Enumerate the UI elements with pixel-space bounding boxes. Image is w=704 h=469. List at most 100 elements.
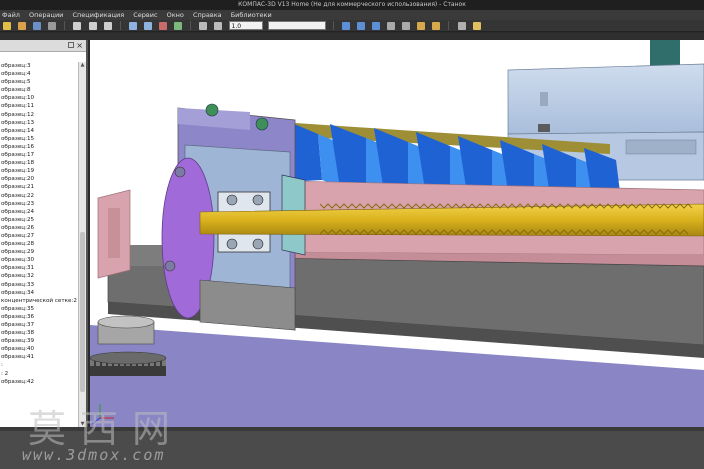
- tree-item[interactable]: образец:31: [0, 264, 80, 272]
- tree-item[interactable]: образец:3: [0, 62, 80, 70]
- table-clamp: [538, 124, 550, 132]
- tree-item[interactable]: образец:26: [0, 224, 80, 232]
- pin-icon[interactable]: [68, 42, 74, 48]
- menu-bar: Файл Операции Спецификация Сервис Окно С…: [0, 10, 704, 20]
- table-slot: [540, 92, 548, 106]
- model-tree-panel: × образец:3 образец:4 образец:5 образец:…: [0, 40, 88, 427]
- wireframe-icon[interactable]: [387, 22, 396, 30]
- undo-icon[interactable]: [128, 22, 137, 30]
- menu-libraries[interactable]: Библиотеки: [231, 10, 272, 20]
- shaded-icon[interactable]: [417, 22, 426, 30]
- menu-window[interactable]: Окно: [167, 10, 184, 20]
- properties-icon[interactable]: [159, 22, 168, 30]
- open-folder-icon[interactable]: [18, 22, 27, 30]
- view-select[interactable]: [267, 21, 326, 30]
- menu-help[interactable]: Справка: [193, 10, 222, 20]
- hidden-lines-icon[interactable]: [402, 22, 411, 30]
- tree-item[interactable]: образец:20: [0, 175, 80, 183]
- paste-icon[interactable]: [103, 22, 112, 30]
- column-part: [650, 40, 680, 68]
- panel-header: ×: [0, 40, 86, 52]
- tree-item[interactable]: образец:32: [0, 272, 80, 280]
- tree-item[interactable]: образец:5: [0, 78, 80, 86]
- tree-item[interactable]: образец:4: [0, 70, 80, 78]
- perspective-icon[interactable]: [457, 22, 466, 30]
- model-render: [90, 40, 704, 427]
- toolbar-separator: [190, 21, 192, 30]
- shaded-edges-icon[interactable]: [432, 22, 441, 30]
- tree-item[interactable]: образец:38: [0, 329, 80, 337]
- tree-scrollbar[interactable]: ▲ ▼: [78, 62, 86, 427]
- copy-icon[interactable]: [88, 22, 97, 30]
- tree-item[interactable]: образец:17: [0, 151, 80, 159]
- tree-item[interactable]: концентрической сетке:2: [0, 297, 80, 305]
- tree-item[interactable]: образец:28: [0, 240, 80, 248]
- tree-item[interactable]: : 2: [0, 370, 80, 378]
- tree-item[interactable]: образец:35: [0, 305, 80, 313]
- tree-item[interactable]: образец:19: [0, 167, 80, 175]
- tree-item[interactable]: образец:11: [0, 102, 80, 110]
- 3d-viewport[interactable]: [90, 40, 704, 427]
- scale-field[interactable]: 1.0: [228, 21, 263, 30]
- watermark-url: www.3dmox.com: [22, 446, 166, 464]
- window-title: КОМПАС-3D V13 Home (Не для коммерческого…: [238, 1, 466, 8]
- tree-item[interactable]: образец:16: [0, 143, 80, 151]
- end-block-face: [108, 208, 120, 258]
- orientation-icon[interactable]: [371, 22, 380, 30]
- cut-icon[interactable]: [73, 22, 82, 30]
- worktable-top: [507, 63, 704, 135]
- scroll-up-icon[interactable]: ▲: [80, 62, 85, 68]
- menu-specification[interactable]: Спецификация: [72, 10, 124, 20]
- redo-icon[interactable]: [143, 22, 152, 30]
- tree-item[interactable]: образец:22: [0, 192, 80, 200]
- menu-service[interactable]: Сервис: [133, 10, 157, 20]
- kompas-window: КОМПАС-3D V13 Home (Не для коммерческого…: [0, 0, 704, 469]
- new-document-icon[interactable]: [3, 22, 11, 30]
- tree-item[interactable]: образец:42: [0, 378, 80, 386]
- tree-item[interactable]: образец:18: [0, 159, 80, 167]
- tree-item[interactable]: образец:27: [0, 232, 80, 240]
- tree-item[interactable]: образец:8: [0, 86, 80, 94]
- toolbar-separator: [448, 21, 450, 30]
- tree-item[interactable]: образец:29: [0, 248, 80, 256]
- bolt-head: [205, 103, 219, 117]
- tree-item[interactable]: :: [0, 361, 80, 369]
- zoom-in-icon[interactable]: [199, 22, 208, 30]
- tree-item[interactable]: образец:30: [0, 256, 80, 264]
- tree-item[interactable]: образец:39: [0, 337, 80, 345]
- tree-item[interactable]: образец:25: [0, 216, 80, 224]
- tree-item[interactable]: образец:24: [0, 208, 80, 216]
- rotate-icon[interactable]: [341, 22, 350, 30]
- table-block: [625, 139, 697, 155]
- tree-item[interactable]: образец:15: [0, 135, 80, 143]
- pan-icon[interactable]: [356, 22, 365, 30]
- bolt-head: [255, 117, 269, 131]
- tree-item[interactable]: образец:37: [0, 321, 80, 329]
- tree-item[interactable]: образец:14: [0, 127, 80, 135]
- screw-head: [174, 166, 186, 178]
- model-tree: образец:3 образец:4 образец:5 образец:8 …: [0, 62, 80, 427]
- tree-item[interactable]: образец:40: [0, 345, 80, 353]
- print-icon[interactable]: [48, 22, 57, 30]
- tree-item[interactable]: образец:41: [0, 353, 80, 361]
- tree-item[interactable]: образец:21: [0, 183, 80, 191]
- zoom-out-icon[interactable]: [214, 22, 223, 30]
- menu-operations[interactable]: Операции: [29, 10, 63, 20]
- library-icon[interactable]: [174, 22, 183, 30]
- secondary-toolbar: [0, 33, 704, 40]
- tree-item[interactable]: образец:12: [0, 111, 80, 119]
- help-icon[interactable]: [472, 22, 481, 30]
- close-icon[interactable]: ×: [76, 40, 83, 52]
- tree-item[interactable]: образец:36: [0, 313, 80, 321]
- tree-item[interactable]: образец:33: [0, 281, 80, 289]
- tree-item[interactable]: образец:13: [0, 119, 80, 127]
- save-icon[interactable]: [33, 22, 42, 30]
- tree-item[interactable]: образец:23: [0, 200, 80, 208]
- front-block: [199, 279, 296, 331]
- scrollbar-thumb[interactable]: [80, 232, 85, 392]
- menu-file[interactable]: Файл: [2, 10, 20, 20]
- tree-item[interactable]: образец:34: [0, 289, 80, 297]
- tree-item[interactable]: образец:10: [0, 94, 80, 102]
- toolbar-separator: [119, 21, 121, 30]
- toolbar-separator: [332, 21, 334, 30]
